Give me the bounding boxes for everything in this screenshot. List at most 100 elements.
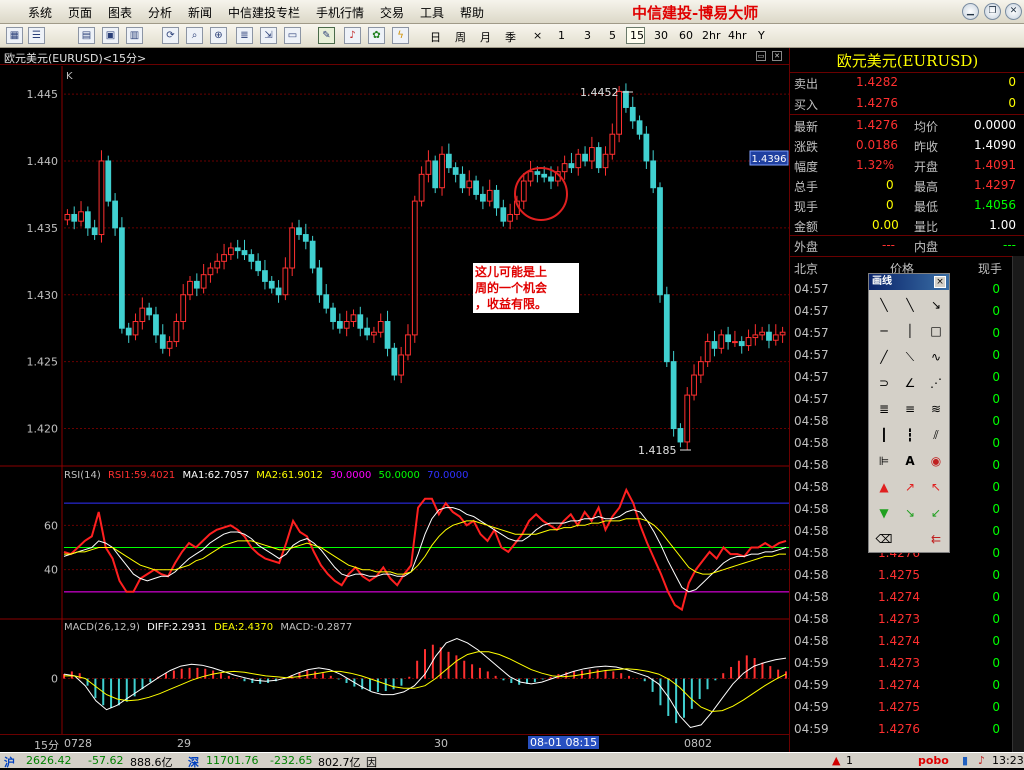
settings-lines-icon[interactable]: ⇇ xyxy=(925,529,947,549)
vertical-line-icon[interactable]: │ xyxy=(899,321,921,341)
candle-body xyxy=(718,334,725,349)
draw-icon[interactable]: ✎ xyxy=(318,27,335,44)
menu-news[interactable]: 新闻 xyxy=(188,4,212,21)
tick-volume: 0 xyxy=(992,304,1000,318)
candle-body xyxy=(377,321,384,333)
menu-system[interactable]: 系统 xyxy=(28,4,52,21)
menu-citic-column[interactable]: 中信建投专栏 xyxy=(228,4,300,21)
period-30[interactable]: 30 xyxy=(654,29,668,42)
close-icon[interactable]: ✕ xyxy=(1005,3,1022,20)
quote-label-high: 最高 xyxy=(914,180,939,194)
percent-lines-icon[interactable]: ≡ xyxy=(899,399,921,419)
alarm-icon[interactable]: ♪ xyxy=(344,27,361,44)
window-icon[interactable]: ▭ xyxy=(284,27,301,44)
candle-body xyxy=(166,341,173,349)
period-year[interactable]: Y xyxy=(758,29,765,42)
candle-body xyxy=(268,280,275,289)
export-icon[interactable]: ⇲ xyxy=(260,27,277,44)
candle-body xyxy=(711,341,718,349)
period-multiply[interactable]: × xyxy=(533,29,542,42)
restore-icon[interactable]: ❐ xyxy=(984,3,1001,20)
parallel-lines-icon[interactable]: ⫽ xyxy=(925,425,947,445)
window-list-icon[interactable]: ▥ xyxy=(126,27,143,44)
eraser-icon[interactable]: ⌫ xyxy=(873,529,895,549)
text-tool-icon[interactable]: A xyxy=(899,451,921,471)
menu-chart[interactable]: 图表 xyxy=(108,4,132,21)
chart-area[interactable]: K 1.4451.4401.4351.4301.4251.420 1.4396 … xyxy=(0,66,789,734)
refresh-icon[interactable]: ⟳ xyxy=(162,27,179,44)
rectangle-icon[interactable]: □ xyxy=(925,321,947,341)
line-diagonal-icon[interactable]: ╲ xyxy=(873,295,895,315)
rsi-tick-label: 40 xyxy=(44,564,58,577)
alert-icon[interactable]: ▲ xyxy=(832,754,840,767)
candle-body xyxy=(159,334,166,349)
speed-lines-icon[interactable]: ⊫ xyxy=(873,451,895,471)
candle-body xyxy=(398,354,405,376)
zoom-icon[interactable]: ⊕ xyxy=(210,27,227,44)
color-icon[interactable]: ✿ xyxy=(368,27,385,44)
period-quarter[interactable]: 季 xyxy=(505,29,516,45)
cycle-lines-icon[interactable]: ┃ xyxy=(873,425,895,445)
tick-volume: 0 xyxy=(992,546,1000,560)
inner-label: 内盘 xyxy=(914,240,939,254)
tick-scrollbar[interactable] xyxy=(1012,256,1024,752)
period-2hr[interactable]: 2hr xyxy=(702,29,721,42)
fib-time-icon[interactable]: ┇ xyxy=(899,425,921,445)
fan-icon[interactable]: ⋰ xyxy=(925,373,947,393)
fibonacci-icon[interactable]: ≣ xyxy=(873,399,895,419)
toolbox-close-icon[interactable]: × xyxy=(934,276,946,288)
period-3[interactable]: 3 xyxy=(584,29,591,42)
up-arrow-icon[interactable]: ▲ xyxy=(873,477,895,497)
period-week[interactable]: 周 xyxy=(455,29,466,45)
period-day[interactable]: 日 xyxy=(430,29,441,45)
trend-line-icon[interactable]: ╱ xyxy=(873,347,895,367)
wave-icon[interactable]: ∿ xyxy=(925,347,947,367)
down-arrow-icon[interactable]: ▼ xyxy=(873,503,895,523)
period-60[interactable]: 60 xyxy=(679,29,693,42)
period-5[interactable]: 5 xyxy=(609,29,616,42)
up-left-arrow-icon[interactable]: ↖ xyxy=(925,477,947,497)
sound-icon[interactable]: ♪ xyxy=(978,754,985,767)
period-4hr[interactable]: 4hr xyxy=(728,29,747,42)
down-right-arrow-icon[interactable]: ↘ xyxy=(899,503,921,523)
chart-icon[interactable]: ▤ xyxy=(78,27,95,44)
up-right-arrow-icon[interactable]: ↗ xyxy=(899,477,921,497)
menu-mobile-quotes[interactable]: 手机行情 xyxy=(316,4,364,21)
menu-trade[interactable]: 交易 xyxy=(380,4,404,21)
down-left-arrow-icon[interactable]: ↙ xyxy=(925,503,947,523)
period-1[interactable]: 1 xyxy=(558,29,565,42)
period-month[interactable]: 月 xyxy=(480,29,491,45)
search-icon[interactable]: ⌕ xyxy=(186,27,203,44)
list-icon[interactable]: ☰ xyxy=(28,27,45,44)
quote-label-low: 最低 xyxy=(914,200,939,214)
menu-analysis[interactable]: 分析 xyxy=(148,4,172,21)
candle-body xyxy=(650,160,657,189)
menu-page[interactable]: 页面 xyxy=(68,4,92,21)
quote-label-last: 最新 xyxy=(794,120,819,134)
text-icon[interactable]: ≣ xyxy=(236,27,253,44)
gann-icon[interactable]: ≋ xyxy=(925,399,947,419)
restore-chart-icon[interactable]: ▭ xyxy=(756,51,766,61)
menu-tools[interactable]: 工具 xyxy=(420,4,444,21)
menu-help[interactable]: 帮助 xyxy=(460,4,484,21)
channel-icon[interactable]: ⟍ xyxy=(899,347,921,367)
quote-label-pct: 幅度 xyxy=(794,160,819,174)
candle-body xyxy=(64,213,71,221)
macd-tick-label: 0 xyxy=(51,673,58,686)
arc-icon[interactable]: ⊃ xyxy=(873,373,895,393)
horizontal-line-icon[interactable]: ─ xyxy=(873,321,895,341)
rsi1-value: RSI1:59.4021 xyxy=(108,470,175,481)
f10-icon[interactable]: ▣ xyxy=(102,27,119,44)
arrow-line-icon[interactable]: ↘ xyxy=(925,295,947,315)
period-15[interactable]: 15 xyxy=(630,29,644,42)
lightning-icon[interactable]: ϟ xyxy=(392,27,409,44)
ray-icon[interactable]: ╲ xyxy=(899,295,921,315)
rsi-70-value: 70.0000 xyxy=(427,470,468,481)
table-icon[interactable]: ▦ xyxy=(6,27,23,44)
tick-volume: 0 xyxy=(992,634,1000,648)
candle-body xyxy=(623,90,629,108)
minimize-icon[interactable]: ▁ xyxy=(962,3,979,20)
angle-icon[interactable]: ∠ xyxy=(899,373,921,393)
palette-icon[interactable]: ◉ xyxy=(925,451,947,471)
close-chart-icon[interactable]: ✕ xyxy=(772,51,782,61)
